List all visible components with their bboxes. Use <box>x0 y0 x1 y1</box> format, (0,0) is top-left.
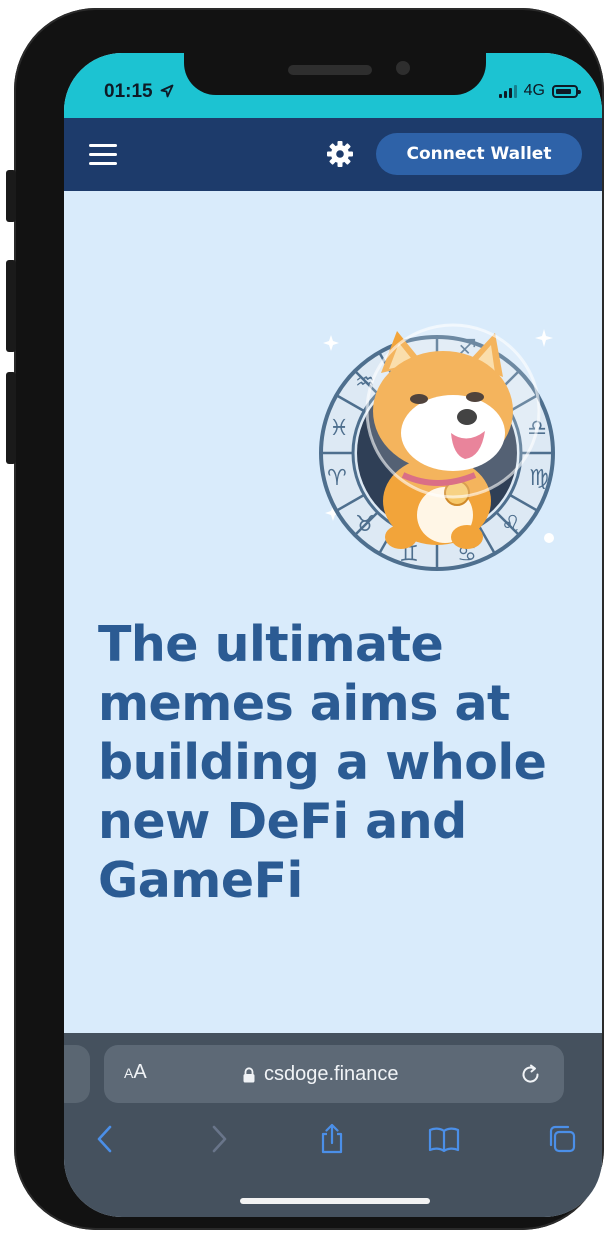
svg-text:♍: ♍ <box>529 466 549 491</box>
phone-frame: 01:15 4G Connect Wallet ♓ ♈ ♉ ♊ ♋ ♌ ♍ ♎ … <box>6 8 604 1230</box>
url-display[interactable]: csdoge.finance <box>242 1063 399 1086</box>
notch <box>184 53 486 95</box>
shiba-mascot-logo: ♓ ♈ ♉ ♊ ♋ ♌ ♍ ♎ ♐ ♒ <box>319 323 555 571</box>
phone-screen: 01:15 4G Connect Wallet ♓ ♈ ♉ ♊ ♋ ♌ ♍ ♎ … <box>64 53 602 1217</box>
svg-text:♈: ♈ <box>327 466 347 491</box>
bookmarks-icon[interactable] <box>428 1123 460 1155</box>
volume-down-button <box>6 372 16 464</box>
gear-icon[interactable] <box>326 140 354 168</box>
battery-icon <box>552 84 581 98</box>
address-bar[interactable]: AA csdoge.finance <box>104 1045 564 1103</box>
svg-text:♌: ♌ <box>501 512 521 537</box>
url-text: csdoge.finance <box>264 1063 399 1085</box>
home-indicator[interactable] <box>240 1198 430 1204</box>
hero-section: ♓ ♈ ♉ ♊ ♋ ♌ ♍ ♎ ♐ ♒ The ultimate memes a… <box>64 191 602 1046</box>
mute-switch <box>6 170 16 222</box>
svg-text:♉: ♉ <box>355 512 375 537</box>
previous-tab-preview[interactable] <box>64 1045 90 1103</box>
connect-wallet-label: Connect Wallet <box>406 144 552 164</box>
status-bar: 01:15 4G <box>64 53 602 118</box>
browser-bottom-bar: AA csdoge.finance <box>64 1033 602 1217</box>
volume-up-button <box>6 260 16 352</box>
text-size-button[interactable]: AA <box>124 1061 147 1084</box>
status-right: 4G <box>498 82 581 100</box>
hamburger-menu-icon[interactable] <box>89 144 117 166</box>
location-arrow-icon <box>160 84 174 98</box>
svg-text:♓: ♓ <box>329 416 349 441</box>
site-navbar: Connect Wallet <box>64 118 602 191</box>
tabs-icon[interactable] <box>546 1123 578 1155</box>
lock-icon <box>243 1066 255 1082</box>
back-icon[interactable] <box>90 1123 122 1155</box>
network-type: 4G <box>523 82 545 99</box>
hero-headline: The ultimate memes aims at building a wh… <box>98 616 547 909</box>
front-camera <box>396 61 410 75</box>
forward-icon[interactable] <box>202 1123 234 1155</box>
connect-wallet-button[interactable]: Connect Wallet <box>376 133 582 175</box>
status-time: 01:15 <box>104 81 174 103</box>
reload-icon[interactable] <box>520 1062 542 1086</box>
earpiece-speaker <box>288 65 372 75</box>
share-icon[interactable] <box>316 1123 348 1155</box>
signal-icon <box>498 84 517 98</box>
